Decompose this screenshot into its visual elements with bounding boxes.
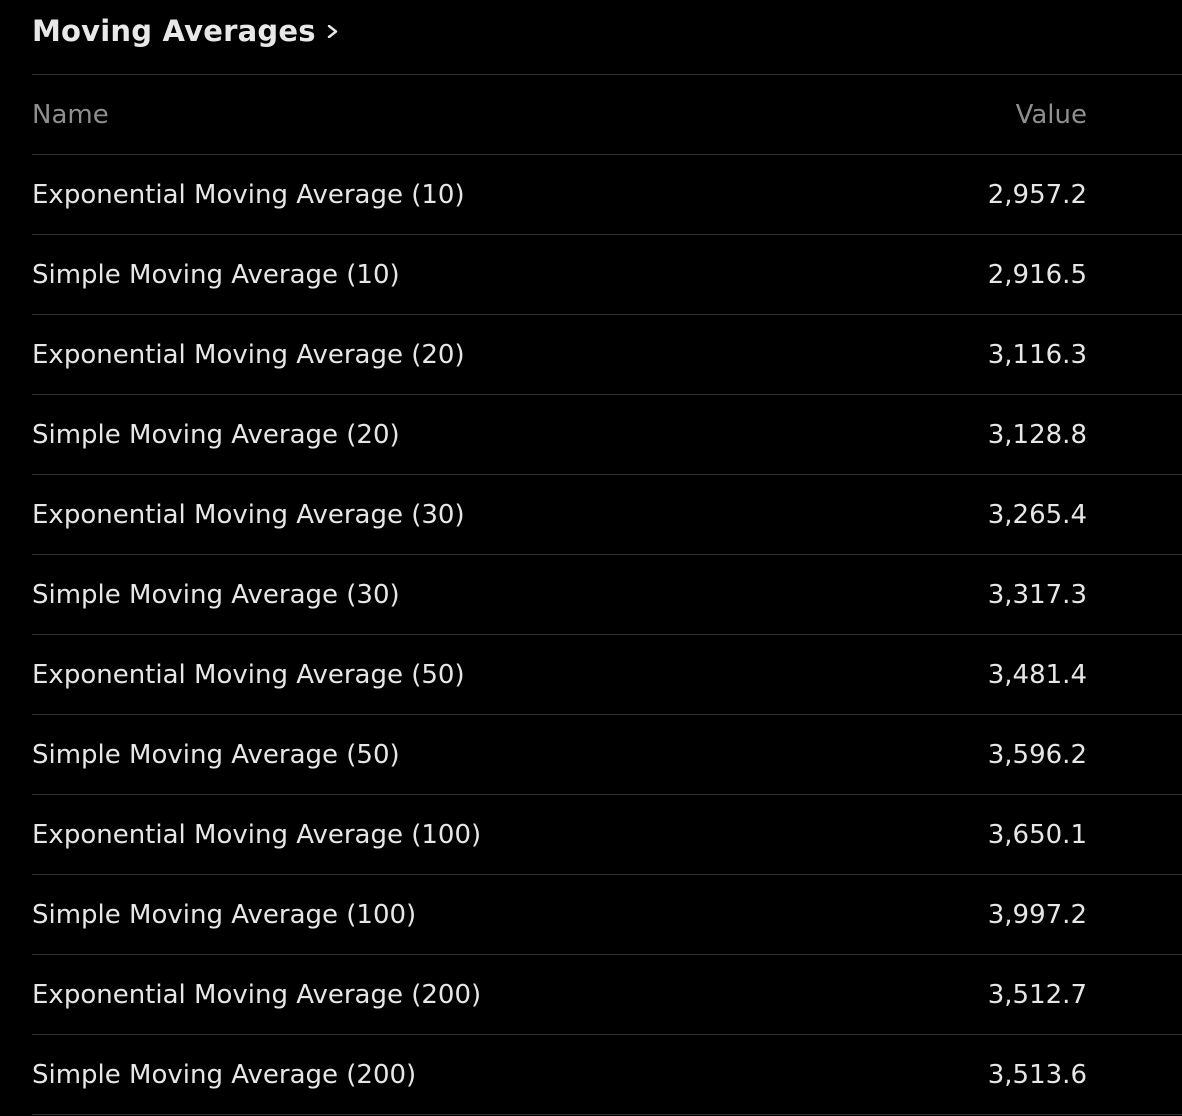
table-row: Exponential Moving Average (10) 2,957.2 bbox=[32, 155, 1182, 235]
row-value: 3,481.4 bbox=[987, 659, 1087, 690]
table-row: Simple Moving Average (50) 3,596.2 bbox=[32, 715, 1182, 795]
row-value: 3,513.6 bbox=[987, 1059, 1087, 1090]
row-value: 3,128.8 bbox=[987, 419, 1087, 450]
row-name: Exponential Moving Average (10) bbox=[32, 179, 465, 210]
row-name: Simple Moving Average (30) bbox=[32, 579, 400, 610]
section-title: Moving Averages bbox=[32, 14, 316, 48]
row-name: Exponential Moving Average (30) bbox=[32, 499, 465, 530]
table-row: Exponential Moving Average (50) 3,481.4 bbox=[32, 635, 1182, 715]
table-row: Simple Moving Average (200) 3,513.6 bbox=[32, 1035, 1182, 1115]
moving-averages-table: Name Value Exponential Moving Average (1… bbox=[32, 75, 1182, 1115]
row-value: 2,916.5 bbox=[987, 259, 1087, 290]
row-name: Simple Moving Average (50) bbox=[32, 739, 400, 770]
table-row: Simple Moving Average (30) 3,317.3 bbox=[32, 555, 1182, 635]
table-row: Exponential Moving Average (200) 3,512.7 bbox=[32, 955, 1182, 1035]
table-header-row: Name Value bbox=[32, 75, 1182, 155]
moving-averages-panel: Moving Averages Name Value Exponential M… bbox=[32, 0, 1182, 1115]
row-value: 3,512.7 bbox=[987, 979, 1087, 1010]
row-name: Simple Moving Average (100) bbox=[32, 899, 417, 930]
row-name: Exponential Moving Average (100) bbox=[32, 819, 482, 850]
row-name: Exponential Moving Average (50) bbox=[32, 659, 465, 690]
row-value: 3,997.2 bbox=[987, 899, 1087, 930]
row-value: 3,650.1 bbox=[987, 819, 1087, 850]
chevron-right-icon bbox=[326, 24, 339, 38]
table-row: Simple Moving Average (100) 3,997.2 bbox=[32, 875, 1182, 955]
section-header-link[interactable]: Moving Averages bbox=[32, 0, 1182, 75]
row-value: 2,957.2 bbox=[987, 179, 1087, 210]
column-header-name: Name bbox=[32, 99, 109, 130]
column-header-value: Value bbox=[1015, 99, 1087, 130]
row-value: 3,265.4 bbox=[987, 499, 1087, 530]
row-value: 3,317.3 bbox=[987, 579, 1087, 610]
table-row: Exponential Moving Average (30) 3,265.4 bbox=[32, 475, 1182, 555]
row-name: Simple Moving Average (200) bbox=[32, 1059, 417, 1090]
row-value: 3,596.2 bbox=[987, 739, 1087, 770]
row-name: Simple Moving Average (10) bbox=[32, 259, 400, 290]
row-name: Exponential Moving Average (200) bbox=[32, 979, 482, 1010]
table-row: Exponential Moving Average (20) 3,116.3 bbox=[32, 315, 1182, 395]
row-name: Simple Moving Average (20) bbox=[32, 419, 400, 450]
row-name: Exponential Moving Average (20) bbox=[32, 339, 465, 370]
table-row: Exponential Moving Average (100) 3,650.1 bbox=[32, 795, 1182, 875]
table-row: Simple Moving Average (20) 3,128.8 bbox=[32, 395, 1182, 475]
row-value: 3,116.3 bbox=[987, 339, 1087, 370]
table-row: Simple Moving Average (10) 2,916.5 bbox=[32, 235, 1182, 315]
